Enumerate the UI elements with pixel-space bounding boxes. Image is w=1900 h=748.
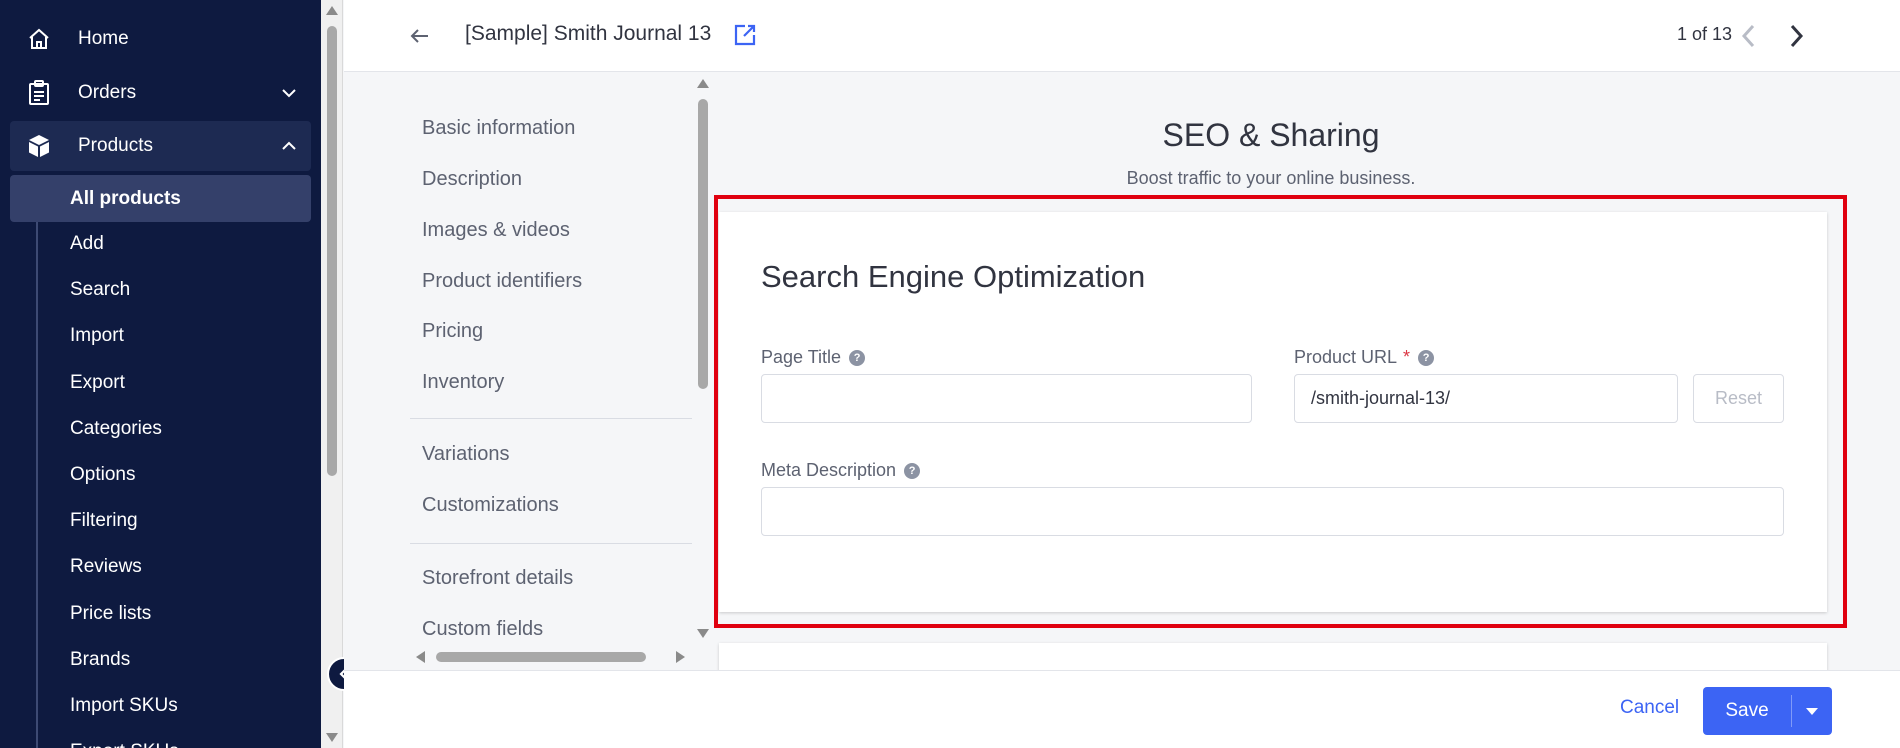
action-footer: Cancel Save bbox=[344, 670, 1900, 748]
page-header: [Sample] Smith Journal 13 1 of 13 bbox=[344, 0, 1900, 72]
sidebar-subitem-add[interactable]: Add bbox=[70, 229, 104, 259]
section-nav-storefront-details[interactable]: Storefront details bbox=[422, 563, 573, 593]
scroll-up-arrow-icon[interactable] bbox=[697, 79, 709, 88]
submenu-rail bbox=[36, 176, 38, 748]
section-nav-variations[interactable]: Variations bbox=[422, 439, 509, 469]
section-heading: SEO & Sharing bbox=[1162, 117, 1380, 153]
sidebar-subitem-brands[interactable]: Brands bbox=[70, 645, 130, 675]
scroll-up-arrow-icon[interactable] bbox=[326, 6, 338, 15]
sidebar-subitem-export-skus[interactable]: Export SKUs bbox=[70, 737, 179, 748]
sidebar-subitem-price-lists[interactable]: Price lists bbox=[70, 599, 151, 629]
sidebar-subitem-export[interactable]: Export bbox=[70, 368, 125, 398]
section-divider bbox=[410, 543, 692, 544]
caret-down-icon bbox=[1806, 707, 1818, 715]
back-arrow-icon[interactable] bbox=[408, 24, 432, 48]
highlight-box bbox=[714, 195, 1847, 628]
next-section-card bbox=[719, 643, 1827, 673]
section-nav-inventory[interactable]: Inventory bbox=[422, 367, 504, 397]
product-title: [Sample] Smith Journal 13 bbox=[465, 22, 712, 45]
sidebar-item-label: Home bbox=[78, 28, 129, 49]
sidebar-item-products[interactable]: Products bbox=[10, 121, 311, 171]
scrollbar-thumb[interactable] bbox=[698, 99, 708, 389]
scroll-down-arrow-icon[interactable] bbox=[697, 629, 709, 638]
section-nav-customizations[interactable]: Customizations bbox=[422, 490, 559, 520]
products-icon bbox=[24, 131, 54, 161]
sidebar-item-home[interactable]: Home bbox=[10, 14, 311, 64]
save-button[interactable]: Save bbox=[1703, 687, 1791, 735]
section-nav-custom-fields[interactable]: Custom fields bbox=[422, 614, 543, 644]
sidebar-subitem-import[interactable]: Import bbox=[70, 321, 124, 351]
section-divider bbox=[410, 418, 692, 419]
sidebar-item-label: Orders bbox=[78, 82, 137, 103]
section-subheading: Boost traffic to your online business. bbox=[1126, 168, 1416, 188]
sidebar-subitem-import-skus[interactable]: Import SKUs bbox=[70, 691, 178, 721]
chevron-down-icon[interactable] bbox=[279, 83, 299, 103]
sidebar-item-label: Products bbox=[78, 135, 153, 156]
section-nav-product-identifiers[interactable]: Product identifiers bbox=[422, 266, 582, 296]
chevron-up-icon[interactable] bbox=[279, 136, 299, 156]
scrollbar-thumb[interactable] bbox=[436, 652, 646, 662]
save-options-dropdown[interactable] bbox=[1792, 687, 1832, 735]
sidebar-item-orders[interactable]: Orders bbox=[10, 68, 311, 118]
home-icon bbox=[24, 24, 54, 54]
section-nav-description[interactable]: Description bbox=[422, 164, 522, 194]
previous-product-chevron-icon[interactable] bbox=[1737, 22, 1761, 50]
sidebar-subitem-categories[interactable]: Categories bbox=[70, 414, 162, 444]
save-button-group: Save bbox=[1703, 687, 1832, 735]
scroll-down-arrow-icon[interactable] bbox=[326, 733, 338, 742]
sidebar-subitem-options[interactable]: Options bbox=[70, 460, 135, 490]
orders-icon bbox=[24, 78, 54, 108]
section-nav-vertical-scrollbar[interactable] bbox=[694, 73, 712, 645]
scroll-left-arrow-icon[interactable] bbox=[416, 651, 425, 663]
section-nav-pricing[interactable]: Pricing bbox=[422, 316, 483, 346]
section-nav-basic-information[interactable]: Basic information bbox=[422, 113, 575, 143]
page-vertical-scrollbar[interactable] bbox=[321, 0, 343, 748]
sidebar-subitem-all-products[interactable]: All products bbox=[10, 175, 311, 222]
sidebar-subitem-filtering[interactable]: Filtering bbox=[70, 506, 138, 536]
section-nav-horizontal-scrollbar[interactable] bbox=[414, 648, 694, 666]
next-product-chevron-icon[interactable] bbox=[1784, 22, 1808, 50]
section-nav-images-videos[interactable]: Images & videos bbox=[422, 215, 570, 245]
scroll-right-arrow-icon[interactable] bbox=[676, 651, 685, 663]
cancel-button[interactable]: Cancel bbox=[1620, 697, 1679, 719]
section-nav: Basic information Description Images & v… bbox=[344, 73, 713, 670]
pager-count: 1 of 13 bbox=[1677, 24, 1733, 44]
scrollbar-thumb[interactable] bbox=[327, 26, 337, 476]
sidebar-subitem-reviews[interactable]: Reviews bbox=[70, 552, 142, 582]
sidebar-nav: Home Orders Products All products Add Se… bbox=[0, 0, 321, 748]
external-link-icon[interactable] bbox=[732, 22, 758, 48]
sidebar-subitem-search[interactable]: Search bbox=[70, 275, 130, 305]
